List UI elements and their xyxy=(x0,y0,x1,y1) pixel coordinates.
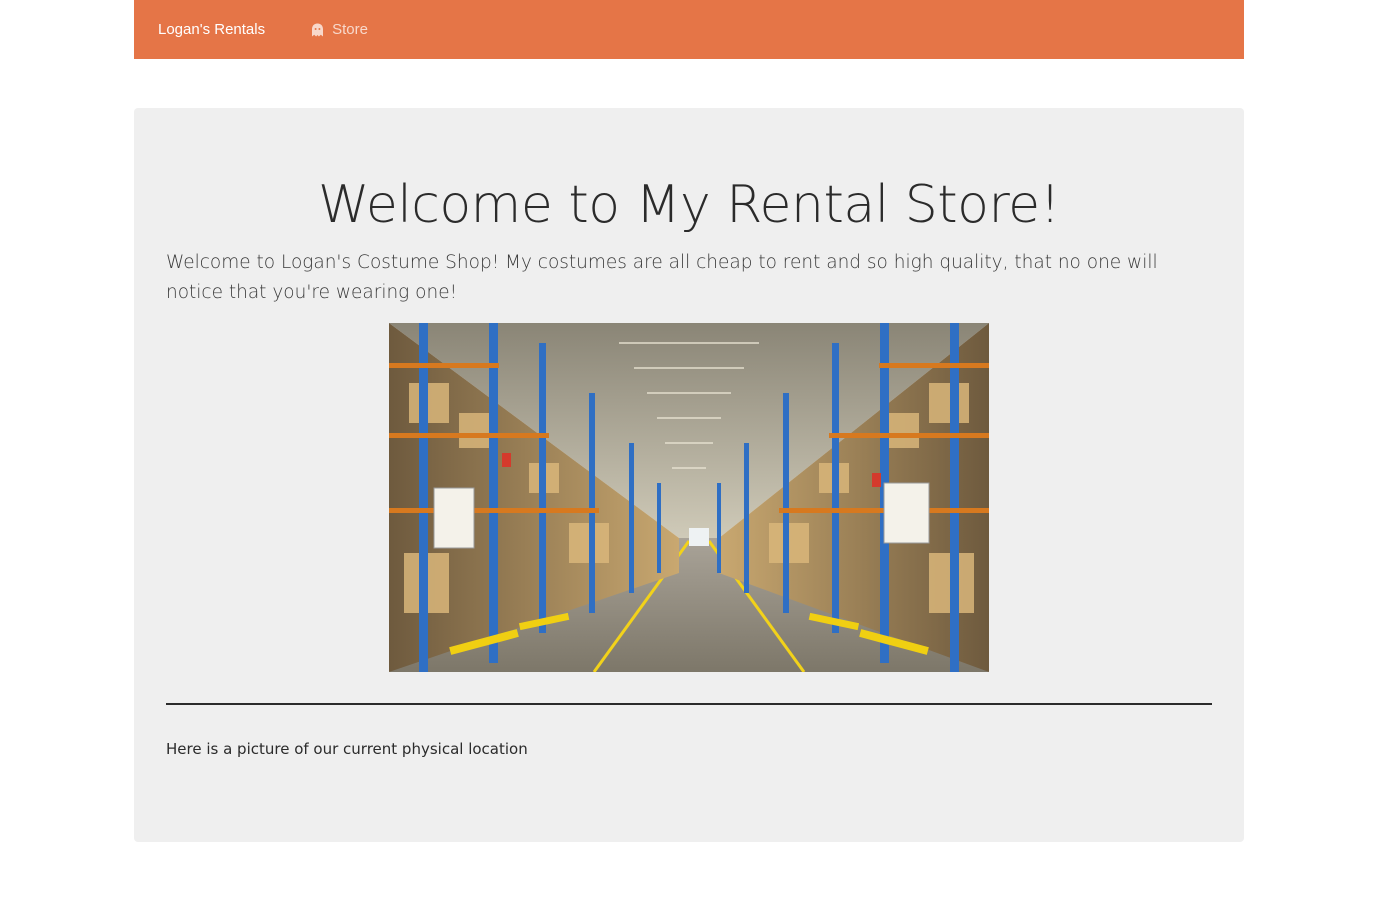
page-title: Welcome to My Rental Store! xyxy=(317,175,1061,235)
page: Logan's Rentals Store Welcome to My Rent… xyxy=(0,0,1376,910)
brand-link[interactable]: Logan's Rentals xyxy=(158,22,265,37)
jumbotron: Welcome to My Rental Store! Welcome to L… xyxy=(134,108,1244,842)
warehouse-photo xyxy=(389,323,989,672)
intro-text: Welcome to Logan's Costume Shop! My cost… xyxy=(166,252,1158,303)
ghost-icon xyxy=(311,23,324,37)
nav-link-store[interactable]: Store xyxy=(311,22,368,37)
navbar: Logan's Rentals Store xyxy=(134,0,1244,59)
nav-link-store-label: Store xyxy=(332,21,368,38)
photo-caption: Here is a picture of our current physica… xyxy=(166,740,528,758)
divider xyxy=(166,703,1212,705)
